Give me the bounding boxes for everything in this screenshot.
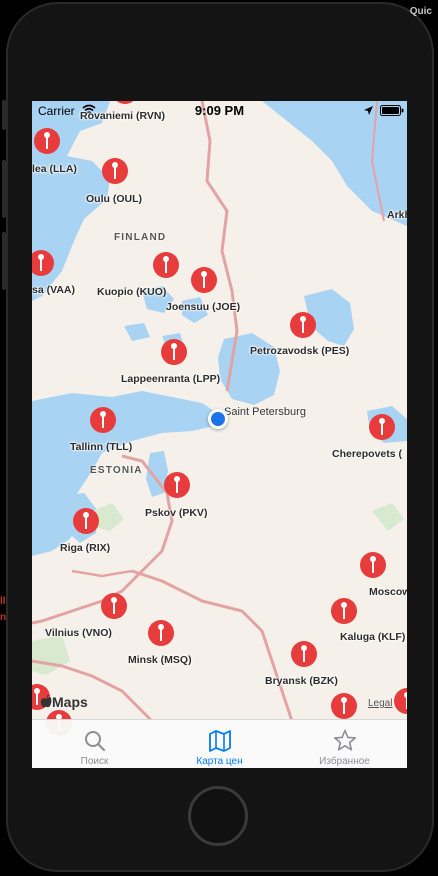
- maps-attribution-text: Maps: [52, 694, 88, 710]
- tab-search-label: Поиск: [80, 756, 109, 767]
- tab-search[interactable]: Поиск: [32, 720, 157, 768]
- airport-label-oul: Oulu (OUL): [86, 193, 142, 205]
- silent-switch: [2, 100, 6, 130]
- airport-pin-lpp[interactable]: [159, 338, 189, 378]
- user-location-dot: [208, 409, 228, 429]
- maps-attribution: Maps: [40, 694, 88, 710]
- tab-price-map-label: Карта цен: [196, 756, 243, 767]
- airport-pin-bzk[interactable]: [289, 640, 319, 680]
- airport-pin-oul[interactable]: [100, 157, 130, 197]
- airport-pin-msq[interactable]: [146, 619, 176, 659]
- battery-icon: [380, 105, 404, 116]
- airport-label-vaa: sa (VAA): [32, 284, 75, 296]
- airport-label-msq: Minsk (MSQ): [128, 654, 192, 666]
- airport-label-rvn: Rovaniemi (RVN): [80, 110, 165, 122]
- search-icon: [84, 731, 105, 752]
- airport-label-kuo: Kuopio (KUO): [97, 286, 167, 298]
- airport-label-mow: Moscow: [369, 586, 407, 598]
- background-app-title: Quic: [409, 6, 432, 17]
- airport-pin-pkv[interactable]: [162, 471, 192, 511]
- airport-label-rix: Riga (RIX): [60, 542, 111, 554]
- airport-pin-kuo[interactable]: [151, 251, 181, 291]
- airport-label-klf: Kaluga (KLF): [340, 631, 406, 643]
- airport-pin-mow[interactable]: [358, 551, 388, 591]
- tab-favorites[interactable]: Избранное: [282, 720, 407, 768]
- airport-label-cee: Cherepovets (: [332, 448, 403, 460]
- background-fragment: ll n: [0, 596, 7, 623]
- map-icon: [208, 730, 231, 752]
- country-label-estonia: ESTONIA: [90, 465, 143, 476]
- location-arrow-icon: [364, 106, 373, 115]
- airport-pin-rix[interactable]: [71, 507, 101, 547]
- airport-label-bzk: Bryansk (BZK): [265, 675, 338, 687]
- tab-favorites-label: Избранное: [319, 756, 370, 767]
- volume-down-button: [2, 232, 6, 290]
- airport-label-tll: Tallinn (TLL): [70, 441, 133, 453]
- airport-label-vno: Vilnius (VNO): [45, 627, 112, 639]
- legal-link[interactable]: Legal: [368, 698, 392, 709]
- apple-logo-icon: [40, 694, 52, 708]
- phone-screen: Carrier 9:09 PM FINLAND ESTONIA Saint Pe…: [32, 101, 407, 768]
- tab-bar: Поиск Карта цен Избранное: [32, 719, 407, 768]
- airport-pin-vno[interactable]: [99, 592, 129, 632]
- tab-price-map[interactable]: Карта цен: [157, 720, 282, 768]
- airport-pin-cee[interactable]: [367, 413, 397, 453]
- airport-pin-tll[interactable]: [88, 406, 118, 446]
- country-label-finland: FINLAND: [114, 232, 167, 243]
- current-city-label: Saint Petersburg: [224, 406, 306, 418]
- airport-label-joe: Joensuu (JOE): [166, 301, 241, 313]
- airport-pin-vaa[interactable]: [32, 249, 56, 289]
- airport-label-pkv: Pskov (PKV): [145, 507, 208, 519]
- volume-up-button: [2, 160, 6, 218]
- airport-label-arkh: Arkh: [387, 209, 407, 221]
- star-icon: [333, 729, 356, 751]
- airport-pin-lla[interactable]: [32, 127, 62, 167]
- airport-label-lpp: Lappeenranta (LPP): [121, 373, 221, 385]
- home-button[interactable]: [188, 786, 248, 846]
- airport-label-lla: lea (LLA): [32, 163, 77, 175]
- airport-pin-joe[interactable]: [189, 266, 219, 306]
- airport-label-pes: Petrozavodsk (PES): [250, 345, 350, 357]
